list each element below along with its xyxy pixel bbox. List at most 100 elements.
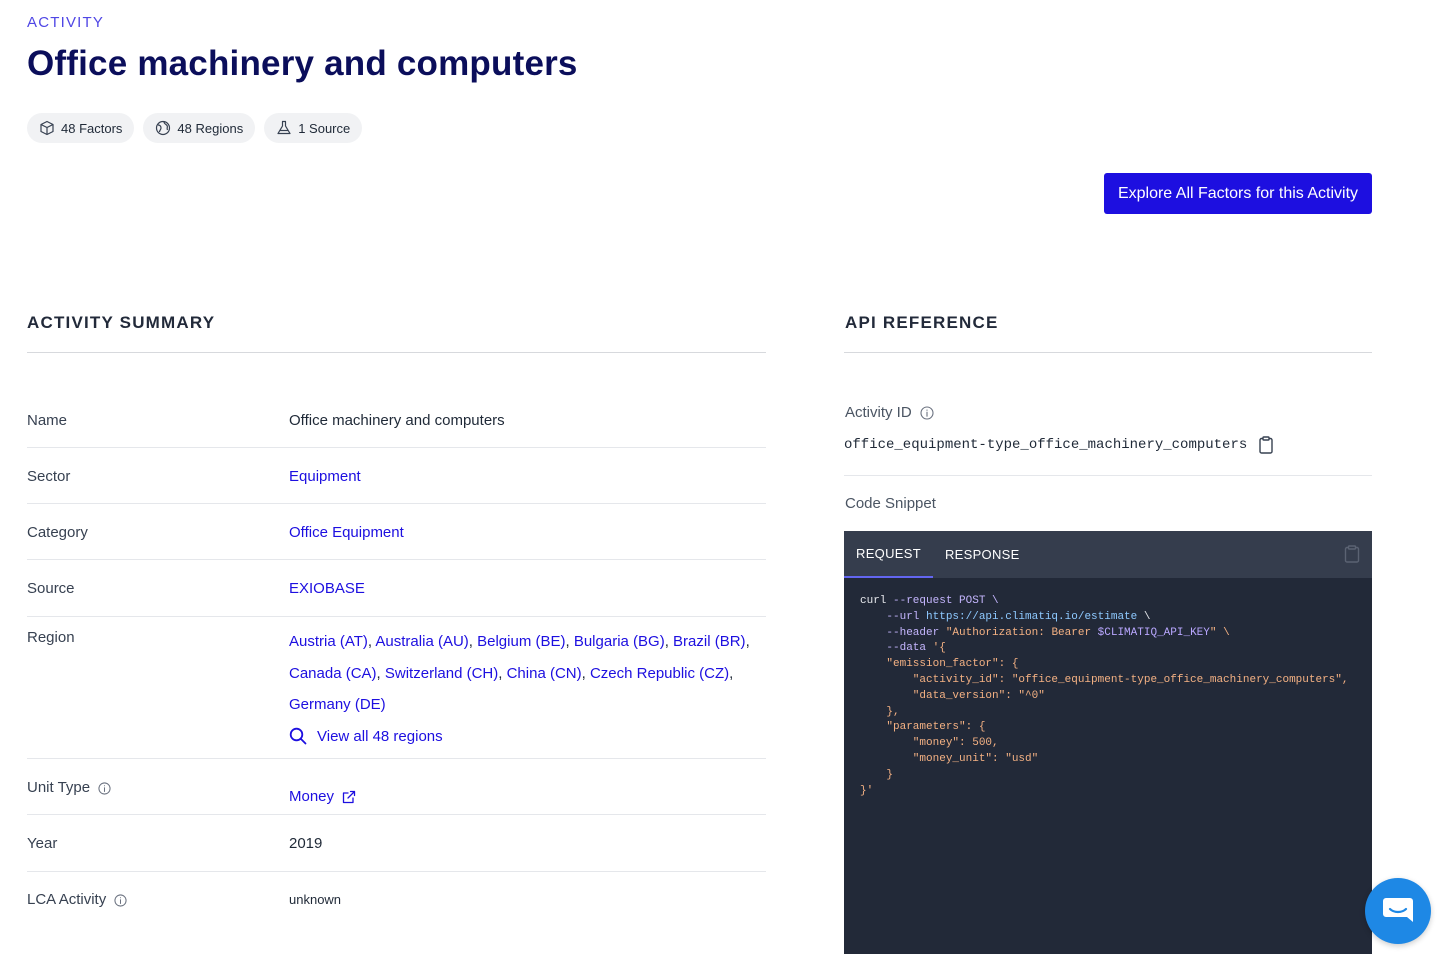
activity-id-value: office_equipment-type_office_machinery_c… [844, 437, 1248, 453]
summary-row-category: Category Office Equipment [27, 504, 766, 560]
region-link[interactable]: Belgium (BE) [477, 633, 565, 650]
globe-icon [156, 120, 171, 136]
year-value: 2019 [289, 835, 323, 852]
tab-request[interactable]: REQUEST [844, 531, 933, 578]
code-line: "parameters": { [860, 721, 986, 734]
lca-value: unknown [289, 892, 342, 907]
summary-row-region: Region Austria (AT), Australia (AU), Bel… [27, 617, 766, 759]
unit-type-label-wrap: Unit Type [27, 779, 289, 814]
summary-row-unit-type: Unit Type Money [27, 759, 766, 815]
region-link[interactable]: Australia (AU) [375, 633, 468, 650]
lca-label: LCA Activity [27, 891, 107, 908]
clipboard-icon[interactable] [1344, 545, 1360, 563]
region-link[interactable]: Germany (DE) [289, 696, 386, 713]
cube-icon [40, 120, 54, 136]
activity-summary-heading: ACTIVITY SUMMARY [27, 313, 216, 332]
code-token: https://api.climatiq.io/estimate [926, 610, 1138, 623]
activity-id-label: Activity ID [845, 404, 912, 421]
info-icon[interactable] [98, 782, 111, 795]
code-token: curl [860, 595, 887, 607]
code-line: "money_unit": "usd" [860, 752, 1039, 765]
code-snippet-label: Code Snippet [845, 495, 936, 512]
activity-summary-table: Name Office machinery and computers Sect… [27, 392, 766, 928]
info-icon[interactable] [920, 405, 934, 420]
source-link[interactable]: EXIOBASE [289, 580, 766, 616]
code-tabs: REQUEST RESPONSE [844, 531, 1372, 578]
api-id-divider [844, 475, 1372, 476]
region-link[interactable]: Czech Republic (CZ) [590, 665, 729, 682]
category-link[interactable]: Office Equipment [289, 524, 766, 559]
unit-type-label: Unit Type [27, 779, 91, 796]
region-line-3: Germany (DE) [289, 689, 766, 721]
unit-type-value: Money [289, 788, 335, 805]
region-link[interactable]: China (CN) [507, 665, 582, 682]
code-token: --url [860, 610, 927, 623]
clipboard-icon[interactable] [1259, 436, 1273, 454]
summary-row-name: Name Office machinery and computers [27, 392, 766, 448]
code-snippet-panel: REQUEST RESPONSE curl --request POST \ -… [844, 531, 1372, 954]
factors-count: 48 Factors [61, 120, 123, 136]
api-divider [844, 352, 1372, 353]
name-value: Office machinery and computers [289, 412, 505, 429]
summary-row-source: Source EXIOBASE [27, 560, 766, 617]
regions-count: 48 Regions [177, 120, 244, 136]
summary-row-sector: Sector Equipment [27, 448, 766, 504]
region-link[interactable]: Bulgaria (BG) [574, 633, 665, 650]
source-chip: 1 Source [264, 113, 363, 143]
code-line: "data_version": "^0" [860, 689, 1045, 702]
activity-eyebrow: ACTIVITY [27, 14, 105, 31]
code-line: "money": 500, [860, 737, 999, 750]
code-token: '{ [932, 642, 946, 655]
summary-row-lca: LCA Activity unknown [27, 872, 766, 928]
sector-label: Sector [27, 468, 71, 485]
view-all-regions-label: View all 48 regions [317, 727, 443, 745]
code-token: --request POST \ [886, 595, 999, 607]
code-token: --header [860, 626, 946, 639]
code-line: "activity_id": "office_equipment-type_of… [860, 673, 1349, 686]
request-code: curl --request POST \ --url https://api.… [844, 578, 1372, 815]
code-token: " \ [1209, 626, 1230, 639]
region-link[interactable]: Switzerland (CH) [385, 665, 498, 682]
flask-icon [277, 120, 291, 135]
api-reference-heading: API REFERENCE [845, 313, 999, 332]
year-label: Year [27, 835, 58, 852]
view-all-regions-link[interactable]: View all 48 regions [289, 721, 766, 753]
source-count: 1 Source [298, 120, 351, 136]
region-label: Region [27, 629, 75, 646]
region-link[interactable]: Brazil (BR) [673, 633, 746, 650]
stats-chips: 48 Factors 48 Regions 1 Source [27, 113, 363, 143]
page-title: Office machinery and computers [27, 44, 578, 83]
code-token: --data [860, 642, 933, 655]
region-line-1: Austria (AT), Australia (AU), Belgium (B… [289, 633, 750, 650]
lca-label-wrap: LCA Activity [27, 891, 289, 928]
region-values: Austria (AT), Australia (AU), Belgium (B… [289, 626, 766, 758]
code-line: } [860, 768, 894, 781]
code-line: "emission_factor": { [860, 658, 1019, 671]
code-token: \ [1137, 610, 1151, 623]
source-label: Source [27, 580, 75, 597]
unit-type-link[interactable]: Money [289, 779, 766, 814]
regions-chip: 48 Regions [143, 113, 256, 143]
factors-chip: 48 Factors [27, 113, 135, 143]
region-link[interactable]: Canada (CA) [289, 665, 377, 682]
region-line-2: Canada (CA), Switzerland (CH), China (CN… [289, 664, 734, 682]
activity-id-row: office_equipment-type_office_machinery_c… [844, 436, 1273, 454]
code-line: }, [860, 705, 900, 718]
tab-response[interactable]: RESPONSE [933, 531, 1032, 578]
sector-link[interactable]: Equipment [289, 468, 766, 503]
code-token: "Authorization: Bearer [945, 626, 1098, 639]
summary-divider [27, 352, 766, 353]
summary-row-year: Year 2019 [27, 815, 766, 872]
name-label: Name [27, 412, 68, 429]
code-token: $CLIMATIQ_API_KEY [1097, 626, 1210, 639]
external-link-icon [342, 790, 356, 803]
explore-factors-button[interactable]: Explore All Factors for this Activity [1104, 173, 1372, 214]
region-link[interactable]: Austria (AT) [289, 633, 368, 650]
chat-launcher-button[interactable] [1365, 878, 1431, 944]
category-label: Category [27, 524, 88, 541]
activity-id-label-wrap: Activity ID [845, 404, 934, 421]
search-icon [289, 728, 307, 745]
info-icon[interactable] [114, 894, 127, 907]
code-line: }' [860, 784, 874, 797]
chat-icon [1383, 898, 1413, 922]
